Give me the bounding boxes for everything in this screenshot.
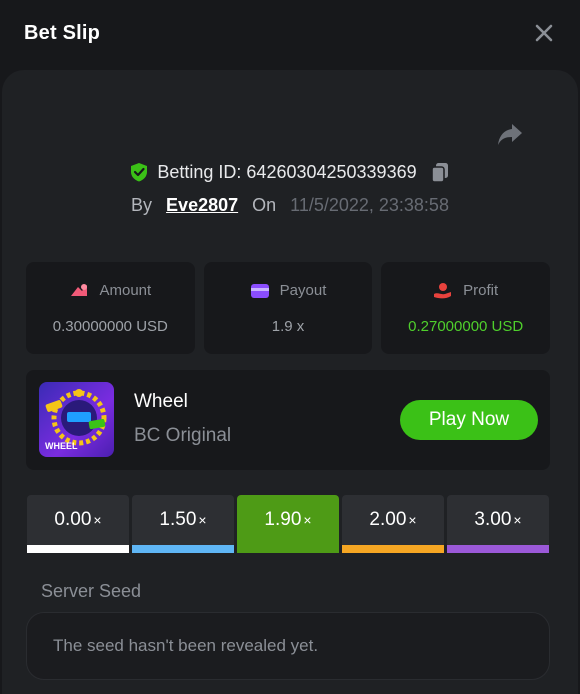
amount-icon [71,283,88,296]
stat-payout-value: 1.9 x [271,317,305,335]
game-name: Wheel [134,391,188,412]
multiplier-suffix: × [513,512,522,528]
wallet-icon [250,283,269,298]
wheel-game-thumbnail: WHEEL [39,382,114,457]
multiplier-suffix: × [303,512,312,528]
server-seed-label: Server Seed [41,581,142,601]
multiplier-tab-1[interactable]: 1.50 × [132,495,234,553]
modal-title: Bet Slip [24,21,101,44]
multiplier-color-bar [237,545,339,553]
share-icon[interactable] [496,122,524,148]
on-label: On [252,194,277,215]
multiplier-tab-0[interactable]: 0.00 × [27,495,129,553]
stat-amount: Amount 0.30000000 USD [26,262,195,354]
multiplier-suffix: × [198,512,207,528]
close-icon[interactable] [532,21,556,45]
stat-profit: Profit 0.27000000 USD [381,262,551,354]
multiplier-color-bar [132,545,234,553]
verified-shield-icon [131,163,148,182]
thumb-caption: WHEEL [45,441,78,451]
profit-icon [434,282,452,298]
bet-datetime: 11/5/2022, 23:38:58 [290,194,449,215]
stat-payout: Payout 1.9 x [203,262,373,354]
multiplier-color-bar [447,545,549,553]
bet-stats: Amount 0.30000000 USD Payout 1.9 x Profi… [26,262,551,354]
username-link[interactable]: Eve2807 [166,195,238,216]
stat-amount-value: 0.30000000 USD [52,317,168,335]
multiplier-color-bar [342,545,444,553]
game-card: WHEEL Wheel BC Original Play Now [26,370,550,470]
multiplier-color-bar [27,545,129,553]
multiplier-suffix: × [408,512,417,528]
copy-icon[interactable] [429,161,451,183]
multiplier-tabs: 0.00 × 1.50 × 1.90 × 2.00 × 3.00 × [27,495,549,553]
stat-amount-label: Amount [99,282,152,299]
play-now-button[interactable]: Play Now [400,400,538,440]
by-label: By [131,194,153,215]
multiplier-value: 0.00 [54,509,92,530]
bet-meta-row: By Eve2807 On 11/5/2022, 23:38:58 [0,192,580,218]
stat-profit-label: Profit [463,282,499,299]
stat-payout-label: Payout [279,282,327,299]
multiplier-tab-4[interactable]: 3.00 × [447,495,549,553]
multiplier-tab-2[interactable]: 1.90 × [237,495,339,553]
multiplier-value: 2.00 [369,509,407,530]
multiplier-tab-3[interactable]: 2.00 × [342,495,444,553]
multiplier-suffix: × [93,512,102,528]
bet-slip-header: Bet Slip [0,0,580,66]
betting-id-text: Betting ID: 64260304250339369 [157,161,417,182]
game-provider: BC Original [134,425,232,446]
server-seed-field: The seed hasn't been revealed yet. [26,612,550,680]
betting-id-row: Betting ID: 64260304250339369 [0,158,580,186]
multiplier-value: 1.50 [159,509,197,530]
stat-profit-value: 0.27000000 USD [408,317,524,335]
multiplier-value: 3.00 [474,509,512,530]
multiplier-value: 1.90 [264,509,302,530]
